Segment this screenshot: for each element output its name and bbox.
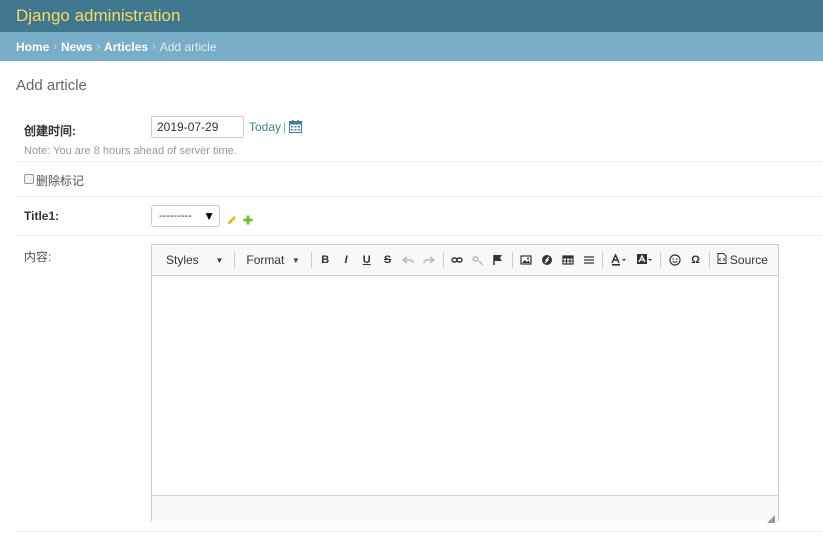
bold-button[interactable]: B [315,250,336,270]
breadcrumb-separator: › [96,40,101,53]
calendar-icon[interactable] [289,120,302,138]
toolbar-separator [660,252,662,268]
today-divider: | [283,120,287,134]
editor-content-area[interactable] [152,276,778,495]
deleted-flag-label[interactable]: 删除标记 [36,172,84,189]
breadcrumb-separator: › [152,40,156,53]
anchor-flag-icon[interactable] [488,250,509,270]
special-char-icon[interactable]: Ω [685,250,706,270]
smiley-icon[interactable] [664,250,685,270]
source-label: Source [729,253,768,267]
title1-selected-value: --------- [159,210,192,222]
toolbar-separator [310,252,312,268]
source-button[interactable]: Source [713,253,772,267]
format-dropdown[interactable]: Format ▼ [238,250,307,270]
add-related-icon[interactable] [243,212,253,230]
toolbar-separator [234,252,236,268]
strike-button[interactable]: S [377,250,398,270]
image-icon[interactable] [516,250,537,270]
rich-text-editor: Styles ▼ Format ▼ B I U S Ω Source [151,244,779,523]
breadcrumb-news[interactable]: News [61,40,92,54]
breadcrumb-separator: › [53,40,58,53]
text-color-icon[interactable] [606,250,632,270]
content-label: 内容: [24,250,52,264]
editor-toolbar: Styles ▼ Format ▼ B I U S Ω Source [152,245,778,276]
change-related-icon[interactable] [227,212,237,230]
link-icon[interactable] [446,250,467,270]
italic-button[interactable]: I [336,250,357,270]
content: Add article 创建时间: Today | Note: You are … [0,61,823,532]
form-row-title1: Title1: --------- ▼ [16,197,823,236]
form-row-created-time: 创建时间: Today | Note: You are 8 hours ahea… [16,108,823,162]
form-row-content: 内容: Styles ▼ Format ▼ B I U S Ω Source [16,236,823,532]
site-branding[interactable]: Django administration [16,6,180,26]
redo-icon[interactable] [419,250,440,270]
title1-label: Title1: [24,209,60,223]
dropdown-caret-icon: ▼ [203,209,215,223]
page-title: Add article [16,77,87,94]
header: Django administration [0,0,823,32]
unlink-icon[interactable] [467,250,488,270]
styles-dropdown[interactable]: Styles ▼ [158,250,231,270]
timezone-note: Note: You are 8 hours ahead of server ti… [24,145,237,157]
breadcrumb-home[interactable]: Home [16,40,49,54]
title1-select[interactable]: --------- ▼ [151,205,220,227]
table-icon[interactable] [557,250,578,270]
toolbar-separator [511,252,513,268]
styles-label: Styles [166,253,199,267]
horizontal-rule-icon[interactable] [578,250,599,270]
background-color-icon[interactable] [632,250,658,270]
source-icon [717,253,727,267]
form-row-deleted-flag: 删除标记 [16,162,823,197]
created-time-input[interactable] [151,116,244,138]
breadcrumb-articles[interactable]: Articles [104,40,148,54]
today-link[interactable]: Today [249,120,281,134]
dropdown-arrow-icon: ▼ [291,255,300,265]
deleted-flag-checkbox[interactable] [24,174,34,184]
toolbar-separator [601,252,603,268]
editor-bottom-bar [152,495,778,523]
toolbar-separator [442,252,444,268]
dropdown-arrow-icon: ▼ [215,255,224,265]
format-label: Format [246,253,285,267]
toolbar-separator [708,252,710,268]
breadcrumb-current: Add article [159,39,217,54]
created-time-label: 创建时间: [24,124,76,138]
resize-handle-icon[interactable] [767,510,775,523]
undo-icon[interactable] [398,250,419,270]
breadcrumb: Home › News › Articles › Add article [0,32,823,61]
underline-button[interactable]: U [356,250,377,270]
flash-icon[interactable] [537,250,558,270]
